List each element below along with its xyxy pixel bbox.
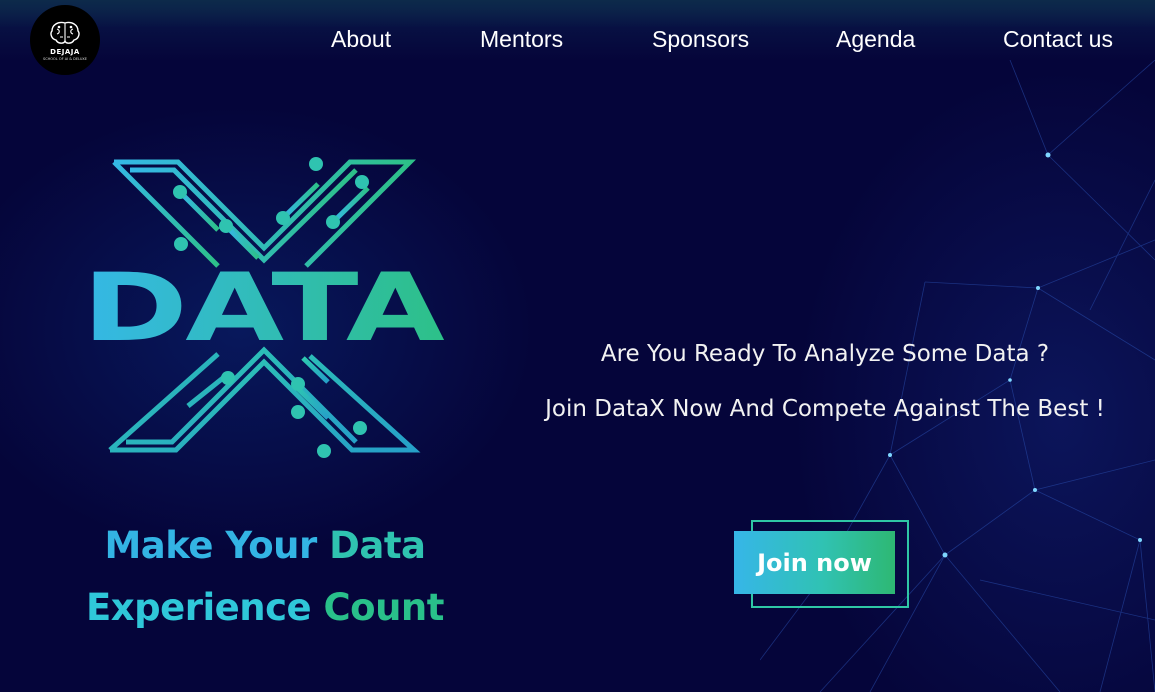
emblem-data-text: DATA [82,254,445,363]
tagline-text: Data [329,524,426,567]
nav-sponsors[interactable]: Sponsors [652,26,749,53]
nav-about[interactable]: About [331,26,391,53]
tagline-line-1: Make Your Data [40,515,490,577]
hero-headline-invite: Join DataX Now And Compete Against The B… [545,396,1105,422]
tagline-text: Experience [86,586,324,629]
nav-mentors[interactable]: Mentors [480,26,563,53]
datax-emblem-logo: DATA [82,157,446,458]
hero-headline-question: Are You Ready To Analyze Some Data ? [600,341,1050,367]
header-glow [0,0,1155,28]
join-now-button[interactable]: Join now [734,531,895,594]
hero-tagline: Make Your Data Experience Count [40,515,490,639]
main-nav: About Mentors Sponsors Agenda Contact us [0,26,1155,56]
landing-page: DEJAJA SCHOOL OF AI & DELUXE About Mento… [0,0,1155,692]
tagline-text: Make Your [104,524,330,567]
logo-subtitle: SCHOOL OF AI & DELUXE [43,56,87,61]
tagline-text: Count [323,586,445,629]
tagline-line-2: Experience Count [40,577,490,639]
nav-contact-us[interactable]: Contact us [1003,26,1113,53]
nav-agenda[interactable]: Agenda [836,26,915,53]
